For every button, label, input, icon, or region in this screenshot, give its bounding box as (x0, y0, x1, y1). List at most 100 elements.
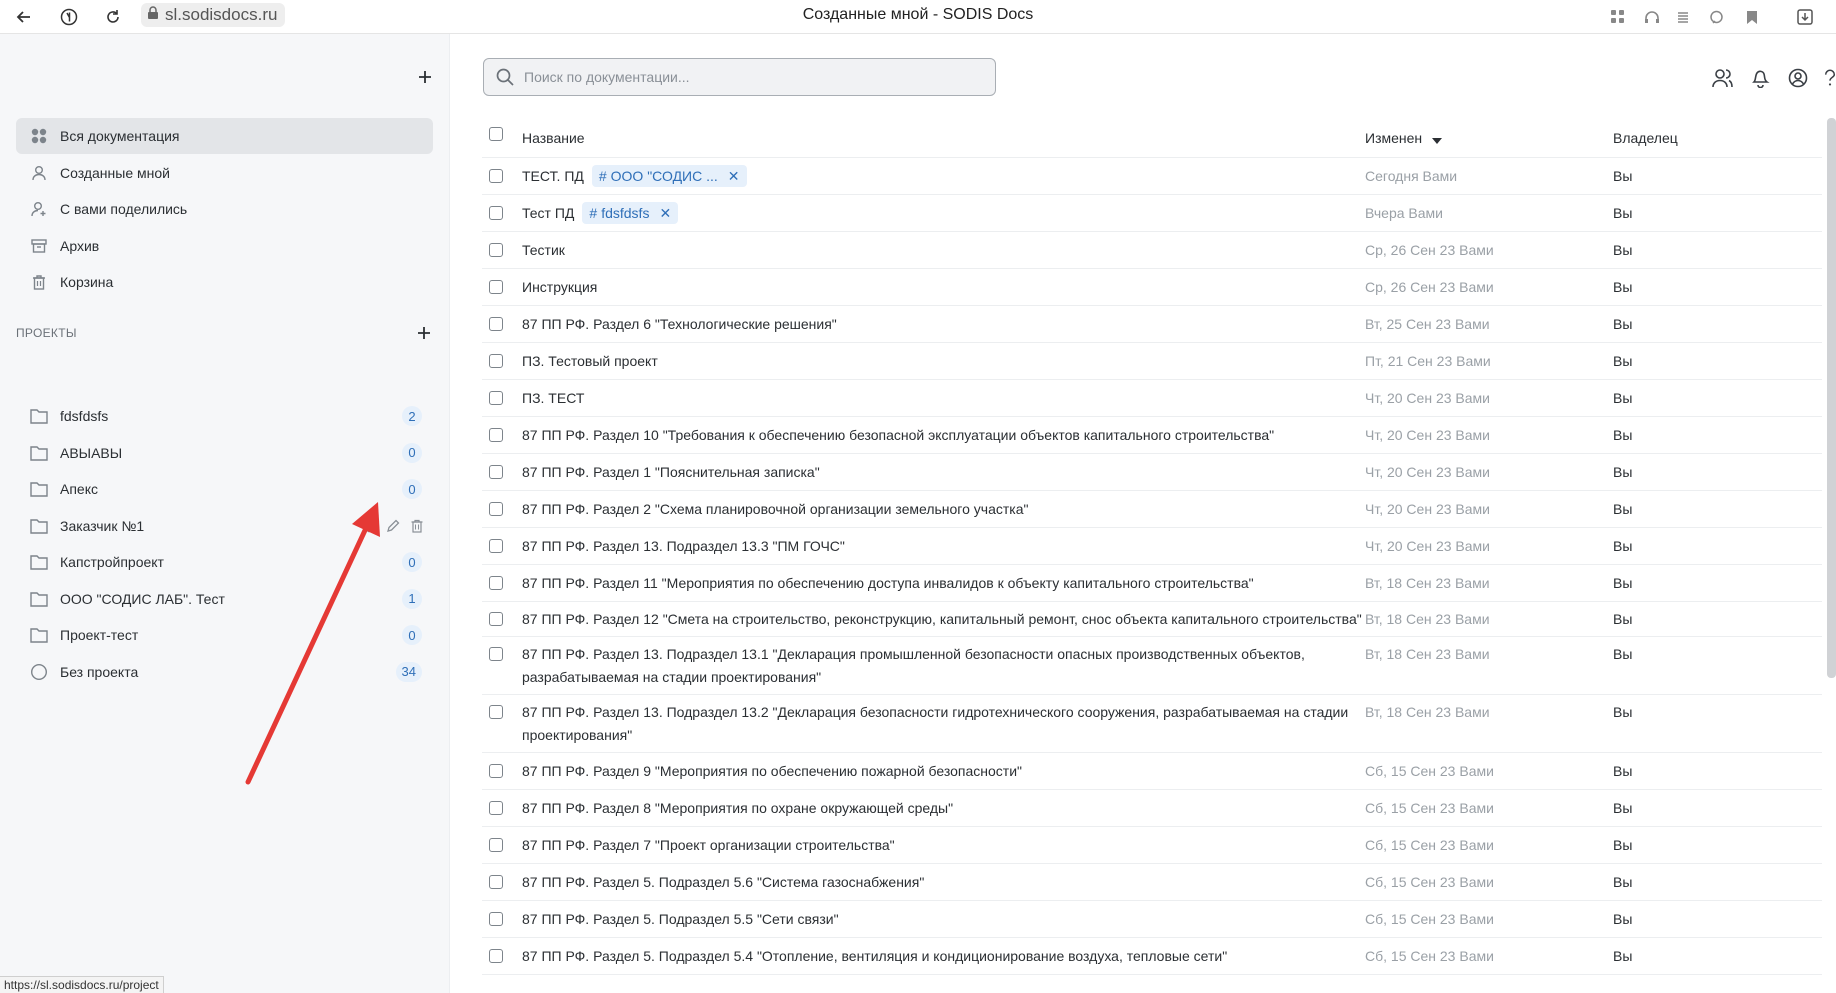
document-name-cell[interactable]: Тестик (522, 239, 1365, 262)
row-checkbox[interactable] (489, 575, 503, 590)
row-checkbox[interactable] (489, 800, 503, 815)
row-checkbox[interactable] (489, 704, 503, 719)
project-item-no-project[interactable]: Без проекта 34 (16, 654, 436, 691)
vertical-scrollbar[interactable] (1827, 118, 1836, 678)
document-name-cell[interactable]: 87 ПП РФ. Раздел 11 "Мероприятия по обес… (522, 572, 1365, 595)
document-name-cell[interactable]: 87 ПП РФ. Раздел 5. Подраздел 5.5 "Сети … (522, 908, 1365, 931)
chat-icon[interactable] (1705, 6, 1727, 28)
sidebar-item-archive[interactable]: Архив (16, 228, 433, 264)
document-name-cell[interactable]: 87 ПП РФ. Раздел 12 "Смета на строительс… (522, 608, 1365, 631)
table-row[interactable]: 87 ПП РФ. Раздел 11 "Мероприятия по обес… (482, 565, 1822, 602)
table-row[interactable]: 87 ПП РФ. Раздел 12 "Смета на строительс… (482, 602, 1822, 637)
yandex-logo-icon[interactable] (57, 5, 81, 29)
document-name-cell[interactable]: ПЗ. ТЕСТ (522, 387, 1365, 410)
project-item-avyavy[interactable]: АВЫАВЫ 0 (16, 435, 436, 472)
project-item-apeks[interactable]: Апекс 0 (16, 471, 436, 508)
table-row[interactable]: ПЗ. Тестовый проект Пт, 21 Сен 23 Вами Вы (482, 343, 1822, 380)
create-document-plus-icon[interactable] (412, 64, 438, 90)
document-name-cell[interactable]: 87 ПП РФ. Раздел 9 "Мероприятия по обесп… (522, 760, 1365, 783)
table-row[interactable]: 87 ПП РФ. Раздел 5. Подраздел 5.6 "Систе… (482, 864, 1822, 901)
row-checkbox[interactable] (489, 611, 503, 626)
document-name-cell[interactable]: 87 ПП РФ. Раздел 1 "Пояснительная записк… (522, 461, 1365, 484)
table-row[interactable]: 87 ПП РФ. Раздел 10 "Требования к обеспе… (482, 417, 1822, 454)
table-row[interactable]: Инструкция Ср, 26 Сен 23 Вами Вы (482, 269, 1822, 306)
document-name-cell[interactable]: 87 ПП РФ. Раздел 2 "Схема планировочной … (522, 498, 1365, 521)
row-checkbox[interactable] (489, 874, 503, 889)
row-checkbox[interactable] (489, 390, 503, 405)
table-row[interactable]: ТЕСТ. ПД # ООО "СОДИС ... ✕ Сегодня Вами Вы (482, 158, 1822, 195)
document-name-cell[interactable]: 87 ПП РФ. Раздел 5. Подраздел 5.6 "Систе… (522, 871, 1365, 894)
row-checkbox[interactable] (489, 763, 503, 778)
row-checkbox[interactable] (489, 168, 503, 183)
notifications-bell-icon[interactable] (1748, 66, 1772, 90)
delete-trash-icon[interactable] (410, 519, 424, 533)
downloads-icon[interactable] (1794, 6, 1816, 28)
document-name-cell[interactable]: 87 ПП РФ. Раздел 5. Подраздел 5.4 "Отопл… (522, 945, 1365, 968)
row-checkbox[interactable] (489, 427, 503, 442)
remove-tag-x-icon[interactable]: ✕ (728, 165, 740, 188)
column-header-owner[interactable]: Владелец (1613, 127, 1813, 150)
remove-tag-x-icon[interactable]: ✕ (659, 202, 671, 225)
sidebar-item-all-docs[interactable]: Вся документация (16, 118, 433, 154)
address-bar[interactable]: sl.sodisdocs.ru (141, 3, 286, 27)
table-row[interactable]: 87 ПП РФ. Раздел 9 "Мероприятия по обесп… (482, 753, 1822, 790)
back-arrow-icon[interactable] (12, 5, 36, 29)
document-name-cell[interactable]: 87 ПП РФ. Раздел 13. Подраздел 13.3 "ПМ … (522, 535, 1365, 558)
table-row[interactable]: 87 ПП РФ. Раздел 13. Подраздел 13.1 "Дек… (482, 637, 1822, 695)
row-checkbox[interactable] (489, 948, 503, 963)
edit-pencil-icon[interactable] (386, 519, 400, 533)
table-row[interactable]: 87 ПП РФ. Раздел 13. Подраздел 13.2 "Дек… (482, 695, 1822, 753)
document-name-cell[interactable]: 87 ПП РФ. Раздел 8 "Мероприятия по охран… (522, 797, 1365, 820)
document-name-cell[interactable]: Тест ПД # fdsfdsfs ✕ (522, 202, 1365, 225)
row-checkbox[interactable] (489, 316, 503, 331)
select-all-checkbox[interactable] (489, 127, 503, 141)
row-checkbox[interactable] (489, 242, 503, 257)
apps-grid-icon[interactable] (1607, 6, 1629, 28)
headphones-icon[interactable] (1641, 6, 1663, 28)
row-checkbox[interactable] (489, 501, 503, 516)
table-row[interactable]: ПЗ. ТЕСТ Чт, 20 Сен 23 Вами Вы (482, 380, 1822, 417)
document-name-cell[interactable]: 87 ПП РФ. Раздел 6 "Технологические реше… (522, 313, 1365, 336)
column-header-name[interactable]: Название (522, 127, 1365, 150)
table-row[interactable]: Тестик Ср, 26 Сен 23 Вами Вы (482, 232, 1822, 269)
row-checkbox[interactable] (489, 464, 503, 479)
document-name-cell[interactable]: ТЕСТ. ПД # ООО "СОДИС ... ✕ (522, 165, 1365, 188)
sidebar-item-shared[interactable]: С вами поделились (16, 191, 433, 227)
search-input[interactable] (524, 69, 964, 85)
row-checkbox[interactable] (489, 646, 503, 661)
document-name-cell[interactable]: 87 ПП РФ. Раздел 10 "Требования к обеспе… (522, 424, 1365, 447)
row-checkbox[interactable] (489, 837, 503, 852)
document-name-cell[interactable]: 87 ПП РФ. Раздел 13. Подраздел 13.2 "Дек… (522, 701, 1365, 747)
document-name-cell[interactable]: ПЗ. Тестовый проект (522, 350, 1365, 373)
help-question-icon[interactable] (1824, 66, 1836, 90)
sidebar-item-created-by-me[interactable]: Созданные мной (16, 155, 433, 191)
row-checkbox[interactable] (489, 538, 503, 553)
sidebar-item-trash[interactable]: Корзина (16, 264, 433, 300)
table-row[interactable]: 87 ПП РФ. Раздел 6 "Технологические реше… (482, 306, 1822, 343)
settings-gear-icon[interactable] (362, 519, 376, 533)
table-row[interactable]: 87 ПП РФ. Раздел 8 "Мероприятия по охран… (482, 790, 1822, 827)
project-item-proekt-test[interactable]: Проект-тест 0 (16, 617, 436, 654)
reader-icon[interactable] (1672, 6, 1694, 28)
row-checkbox[interactable] (489, 205, 503, 220)
project-item-sodis-lab-test[interactable]: ООО "СОДИС ЛАБ". Тест 1 (16, 581, 436, 618)
row-checkbox[interactable] (489, 279, 503, 294)
table-row[interactable]: 87 ПП РФ. Раздел 5. Подраздел 5.5 "Сети … (482, 901, 1822, 938)
table-row[interactable]: 87 ПП РФ. Раздел 5. Подраздел 5.4 "Отопл… (482, 938, 1822, 975)
table-row[interactable]: 87 ПП РФ. Раздел 13. Подраздел 13.3 "ПМ … (482, 528, 1822, 565)
project-item-fdsfdsfs[interactable]: fdsfdsfs 2 (16, 398, 436, 435)
row-checkbox[interactable] (489, 353, 503, 368)
users-icon[interactable] (1710, 66, 1734, 90)
project-item-kapstroyproekt[interactable]: Капстройпроект 0 (16, 544, 436, 581)
document-name-cell[interactable]: 87 ПП РФ. Раздел 13. Подраздел 13.1 "Дек… (522, 643, 1365, 689)
add-project-plus-icon[interactable] (416, 325, 432, 341)
reload-icon[interactable] (101, 5, 125, 29)
column-header-changed[interactable]: Изменен (1365, 127, 1613, 151)
row-checkbox[interactable] (489, 911, 503, 926)
search-box[interactable] (483, 58, 996, 96)
table-row[interactable]: 87 ПП РФ. Раздел 7 "Проект организации с… (482, 827, 1822, 864)
project-item-customer-1[interactable]: Заказчик №1 (16, 508, 436, 545)
table-row[interactable]: 87 ПП РФ. Раздел 1 "Пояснительная записк… (482, 454, 1822, 491)
profile-avatar-icon[interactable] (1786, 66, 1810, 90)
table-row[interactable]: 87 ПП РФ. Раздел 2 "Схема планировочной … (482, 491, 1822, 528)
